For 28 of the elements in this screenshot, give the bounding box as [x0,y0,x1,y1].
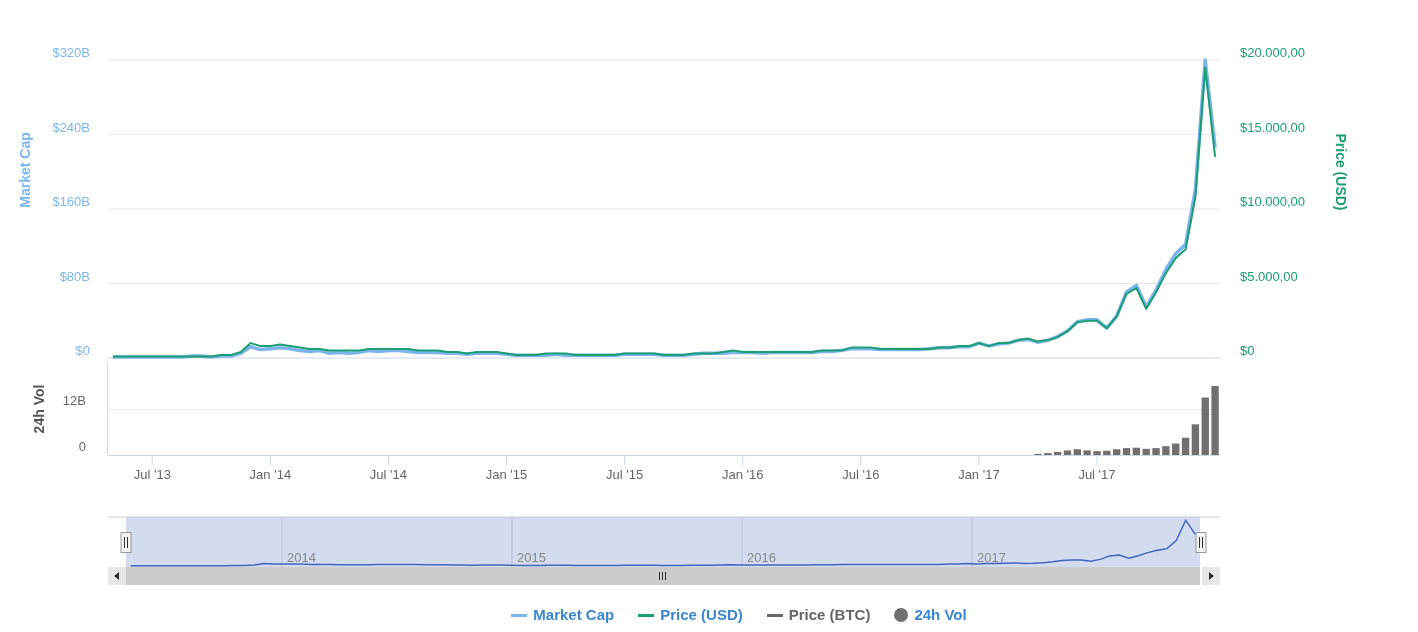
year-label: 2014 [287,550,316,565]
axis-label: $10.000,00 [1240,194,1306,209]
axis-label: $240B [52,119,90,135]
axis-label: Jan '16 [721,467,764,482]
axis-label: $160B [52,194,90,209]
axis-title: 24h Vol [31,384,47,434]
axis-label: 0 [78,439,86,454]
axis-label: Jan '14 [249,467,292,482]
axis-label: $5.000,00 [1240,268,1298,284]
axis-label: $320B [52,45,90,60]
axis-label: $0 [75,343,90,358]
axis-label: $15.000,00 [1240,119,1306,135]
axis-label: 12B [62,393,86,408]
axis-title: Market Cap [17,132,33,208]
year-label: 2016 [747,550,776,565]
axis-label: Jul '13 [133,467,171,482]
year-label: 2017 [977,550,1006,565]
axis-label: Jul '17 [1078,467,1116,482]
axis-label: $20.000,00 [1240,45,1306,60]
axis-label: $80B [59,268,90,284]
year-label: 2015 [517,550,546,565]
axis-label: $0 [1240,343,1255,358]
axis-label: Jul '16 [842,467,880,482]
axis-label: Jul '14 [369,467,408,482]
axis-title: Price (USD) [1333,133,1349,211]
axis-label: Jan '15 [485,467,528,482]
axis-label: Jul '15 [606,467,644,482]
axis-label: Jan '17 [958,467,1000,482]
